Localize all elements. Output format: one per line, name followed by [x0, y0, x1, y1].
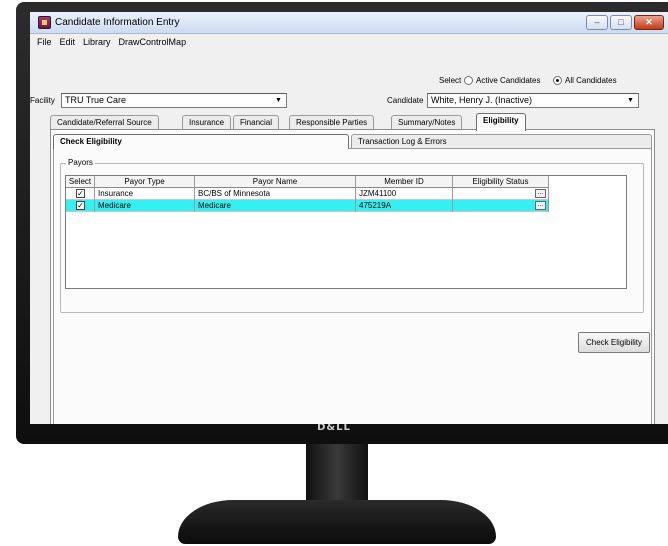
- ellipsis-button[interactable]: ...: [535, 201, 546, 210]
- member-id-cell: 475219A: [356, 200, 453, 212]
- subtab-transaction-log[interactable]: Transaction Log & Errors: [351, 134, 652, 149]
- radio-active-candidates-label: Active Candidates: [476, 76, 541, 85]
- menu-edit[interactable]: Edit: [60, 35, 76, 49]
- check-eligibility-panel: Payors Select Payor Type Payor Name Memb…: [53, 148, 652, 424]
- tab-candidate-referral-source[interactable]: Candidate/Referral Source: [50, 115, 159, 130]
- check-eligibility-button[interactable]: Check Eligibility: [578, 332, 650, 353]
- payor-type-cell: Insurance: [95, 188, 195, 200]
- app-window: Candidate Information Entry – □ ✕ File E…: [30, 12, 668, 424]
- tab-summary-notes[interactable]: Summary/Notes: [391, 115, 463, 130]
- row-select-checkbox[interactable]: ✓: [76, 201, 85, 210]
- menu-library[interactable]: Library: [83, 35, 111, 49]
- col-eligibility-status[interactable]: Eligibility Status: [453, 176, 549, 188]
- grid-header: Select Payor Type Payor Name Member ID E…: [66, 176, 549, 188]
- menu-file[interactable]: File: [37, 35, 52, 49]
- chevron-down-icon: ▼: [627, 97, 634, 104]
- select-filter-label: Select: [439, 76, 462, 85]
- col-select[interactable]: Select: [66, 176, 95, 188]
- col-payor-name[interactable]: Payor Name: [195, 176, 356, 188]
- radio-active-candidates[interactable]: [464, 76, 473, 85]
- menu-drawcontrolmap[interactable]: DrawControlMap: [119, 35, 187, 49]
- payor-type-cell: Medicare: [95, 200, 195, 212]
- window-title: Candidate Information Entry: [55, 17, 180, 28]
- table-row[interactable]: ✓ Medicare Medicare 475219A ...: [66, 200, 549, 212]
- payors-grid: Select Payor Type Payor Name Member ID E…: [65, 175, 627, 289]
- payor-name-cell: BC/BS of Minnesota: [195, 188, 356, 200]
- col-member-id[interactable]: Member ID: [356, 176, 453, 188]
- candidate-dropdown[interactable]: White, Henry J. (Inactive) ▼: [427, 93, 639, 108]
- radio-all-candidates[interactable]: [553, 76, 562, 85]
- table-row[interactable]: ✓ Insurance BC/BS of Minnesota JZM41100 …: [66, 188, 549, 200]
- facility-label: Facility: [30, 96, 55, 105]
- maximize-button[interactable]: □: [610, 15, 632, 30]
- tab-responsible-parties[interactable]: Responsible Parties: [289, 115, 375, 130]
- select-cell: ✓: [66, 188, 95, 200]
- row-select-checkbox[interactable]: ✓: [76, 189, 85, 198]
- minimize-button[interactable]: –: [586, 15, 608, 30]
- facility-value: TRU True Care: [65, 95, 127, 105]
- candidate-value: White, Henry J. (Inactive): [431, 95, 533, 105]
- candidate-label: Candidate: [387, 96, 424, 105]
- app-icon: [38, 16, 51, 29]
- tab-financial[interactable]: Financial: [233, 115, 280, 130]
- eligibility-panel: Check Eligibility Transaction Log & Erro…: [50, 129, 655, 424]
- select-cell: ✓: [66, 200, 95, 212]
- eligibility-status-cell: ...: [453, 200, 549, 212]
- title-bar: Candidate Information Entry – □ ✕: [30, 12, 668, 34]
- facility-dropdown[interactable]: TRU True Care ▼: [61, 93, 287, 108]
- tab-insurance[interactable]: Insurance: [182, 115, 232, 130]
- close-button[interactable]: ✕: [634, 15, 664, 30]
- col-payor-type[interactable]: Payor Type: [95, 176, 195, 188]
- monitor-stand-base: [178, 500, 496, 544]
- main-tab-strip: Candidate/Referral Source Insurance Fina…: [50, 113, 668, 131]
- radio-all-candidates-label: All Candidates: [565, 76, 617, 85]
- subtab-check-eligibility[interactable]: Check Eligibility: [53, 134, 349, 149]
- member-id-cell: JZM41100: [356, 188, 453, 200]
- tab-eligibility[interactable]: Eligibility: [476, 113, 526, 131]
- chevron-down-icon: ▼: [275, 97, 282, 104]
- menu-bar: File Edit Library DrawControlMap: [30, 35, 668, 49]
- eligibility-status-cell: ...: [453, 188, 549, 200]
- payor-name-cell: Medicare: [195, 200, 356, 212]
- payors-group-title: Payors: [66, 158, 95, 167]
- ellipsis-button[interactable]: ...: [535, 189, 546, 198]
